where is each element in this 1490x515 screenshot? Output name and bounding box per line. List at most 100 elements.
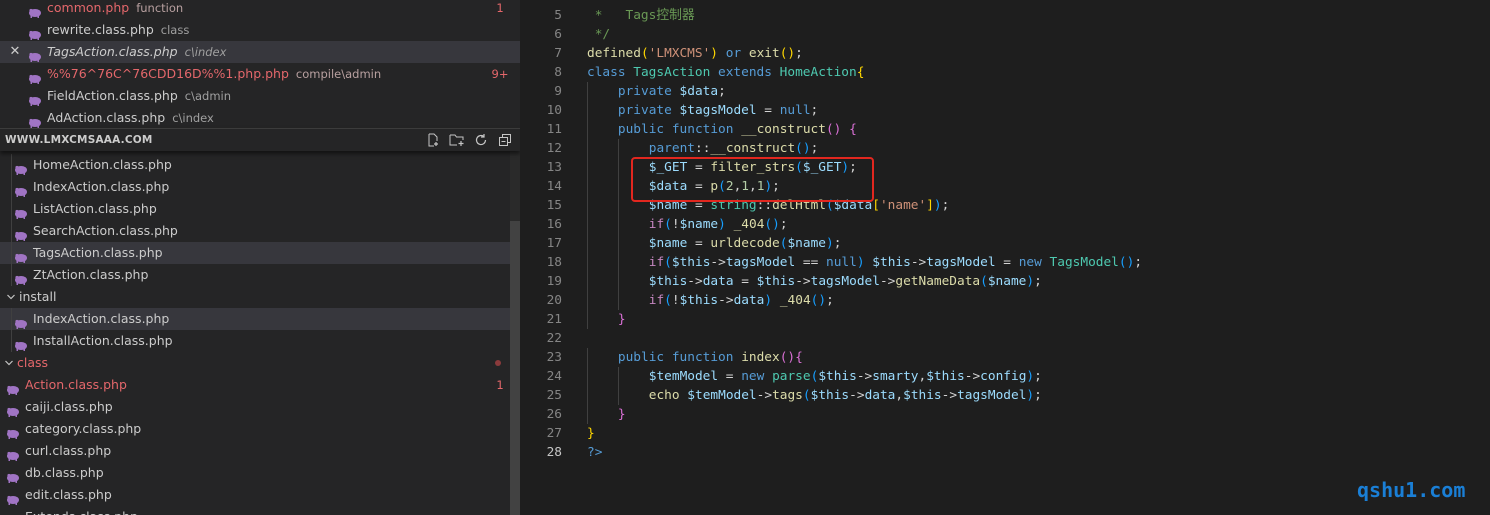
code-line[interactable]: 7 defined('LMXCMS') or exit(); (520, 44, 1490, 63)
code-line[interactable]: 17 $name = urldecode($name); (520, 234, 1490, 253)
code-line[interactable]: 20 if(!$this->data) _404(); (520, 291, 1490, 310)
open-editor-item[interactable]: FieldAction.class.php c\admin (0, 85, 520, 107)
tree-file[interactable]: curl.class.php (0, 440, 510, 462)
open-editor-label: AdAction.class.php c\index (47, 107, 214, 129)
code-token: TagsAction (633, 65, 711, 80)
tree-file[interactable]: edit.class.php (0, 484, 510, 506)
code-token: ; (1134, 255, 1143, 270)
refresh-icon[interactable] (472, 132, 490, 148)
open-editor-item[interactable]: common.php function 1 (0, 0, 520, 19)
tree-file[interactable]: category.class.php (0, 418, 510, 440)
code-token: } (587, 426, 595, 441)
open-editor-path: compile\admin (295, 67, 382, 81)
open-editor-item[interactable]: rewrite.class.php class (0, 19, 520, 41)
code-text: if(!$name) _404(); (649, 215, 788, 234)
tree-file[interactable]: TagsAction.class.php (0, 242, 510, 264)
indent-guide (587, 82, 588, 101)
code-token: tagsModel (725, 255, 796, 270)
tree-file[interactable]: db.class.php (0, 462, 510, 484)
code-line[interactable]: 10 private $tagsModel = null; (520, 101, 1490, 120)
open-editor-filename: AdAction.class.php (47, 110, 166, 125)
open-editor-item[interactable]: AdAction.class.php c\index (0, 107, 520, 129)
code-token: -> (710, 255, 726, 270)
tree-file[interactable]: ZtAction.class.php (0, 264, 510, 286)
code-line[interactable]: 21} (520, 310, 1490, 329)
code-text: defined('LMXCMS') or exit(); (587, 44, 803, 63)
code-token: } (617, 407, 626, 422)
indent-guide (617, 291, 619, 310)
code-token: ) (1026, 274, 1035, 289)
code-line[interactable]: 22 (520, 329, 1490, 348)
tree-file[interactable]: IndexAction.class.php (0, 176, 510, 198)
code-line[interactable]: 25 echo $temModel->tags($this->data,$this… (520, 386, 1490, 405)
code-line[interactable]: 8 class TagsAction extends HomeAction{ (520, 63, 1490, 82)
tree-file[interactable]: InstallAction.class.php (0, 330, 510, 352)
open-editor-item[interactable]: ✕ TagsAction.class.php c\index (0, 41, 520, 63)
line-number: 14 (546, 179, 562, 194)
indent-guide (617, 367, 619, 386)
code-text: * Tags控制器 (587, 6, 695, 25)
new-folder-icon[interactable] (448, 132, 466, 148)
indent-guide (587, 405, 588, 424)
code-editor[interactable]: 5 * Tags控制器 6 */7 defined('LMXCMS') or exi… (520, 0, 1490, 515)
line-number: 11 (546, 122, 562, 137)
code-token: ( (664, 217, 672, 232)
watermark: qshu1.com (1357, 478, 1466, 502)
tree-folder[interactable]: install (0, 286, 510, 308)
indent-guide (587, 310, 588, 329)
code-token: $name (679, 217, 719, 232)
problem-count-badge: 9+ (491, 67, 509, 81)
code-token: } (617, 312, 626, 327)
new-file-icon[interactable] (424, 132, 442, 148)
tree-file[interactable]: HomeAction.class.php (0, 154, 510, 176)
code-line[interactable]: 12 parent::__construct(); (520, 139, 1490, 158)
collapse-all-icon[interactable] (496, 132, 514, 148)
indent-guide (587, 177, 588, 196)
line-number: 6 (554, 27, 562, 42)
sidebar-scrollbar[interactable] (510, 151, 520, 515)
code-token: $name (987, 274, 1027, 289)
code-line[interactable]: 16 if(!$name) _404(); (520, 215, 1490, 234)
tree-file[interactable]: SearchAction.class.php (0, 220, 510, 242)
code-line[interactable]: 18 if($this->tagsModel == null) $this->ta… (520, 253, 1490, 272)
code-token: getNameData (895, 274, 981, 289)
tree-file[interactable]: IndexAction.class.php (0, 308, 510, 330)
sidebar-scroll-thumb[interactable] (510, 221, 520, 515)
code-line[interactable]: 26} (520, 405, 1490, 424)
tree-file[interactable]: caiji.class.php (0, 396, 510, 418)
code-line[interactable]: 27} (520, 424, 1490, 443)
tree-folder[interactable]: class (0, 352, 510, 374)
open-editor-label: common.php function (47, 0, 183, 19)
open-editor-filename: TagsAction.class.php (47, 44, 178, 59)
code-token: ) (933, 198, 942, 213)
tree-file-label: Extends.class.php (25, 506, 138, 515)
code-text: parent::__construct(); (649, 139, 819, 158)
code-line[interactable]: 9 private $data; (520, 82, 1490, 101)
code-line[interactable]: 19 $this->data = $this->tagsModel->getNam… (520, 272, 1490, 291)
open-editor-item[interactable]: %%76^76C^76CDD16D%%1.php.php compile\admi… (0, 63, 520, 85)
code-line[interactable]: 6 */ (520, 25, 1490, 44)
code-token: $name (648, 236, 688, 251)
code-token: ; (810, 141, 819, 156)
tree-file[interactable]: Action.class.php 1 (0, 374, 510, 396)
indent-guide (587, 215, 588, 234)
open-editor-filename: FieldAction.class.php (47, 88, 178, 103)
code-token: $this (818, 369, 857, 384)
tree-file[interactable]: ListAction.class.php (0, 198, 510, 220)
explorer-header[interactable]: WWW.LMXCMSAAA.COM (0, 128, 520, 151)
code-line[interactable]: 24 $temModel = new parse($this->smarty,$t… (520, 367, 1490, 386)
code-line[interactable]: 11 public function __construct() { (520, 120, 1490, 139)
code-token: { (849, 122, 857, 137)
code-token: ; (826, 293, 834, 308)
code-line[interactable]: 5 * Tags控制器 (520, 6, 1490, 25)
code-token: -> (964, 369, 981, 384)
close-editor-icon[interactable]: ✕ (8, 41, 22, 63)
indent-guide (617, 158, 619, 177)
code-line[interactable]: 28 ?> (520, 443, 1490, 462)
code-token: public (617, 350, 665, 365)
tree-file-label: IndexAction.class.php (33, 179, 170, 194)
code-line[interactable]: 23 public function index(){ (520, 348, 1490, 367)
tree-file[interactable]: Extends.class.php (0, 506, 510, 515)
